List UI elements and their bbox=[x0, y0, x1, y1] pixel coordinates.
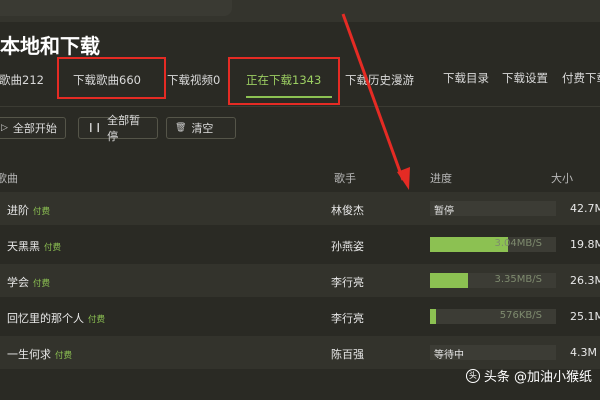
annotation-arrow bbox=[341, 13, 410, 190]
watermark: 头 头条 @加油小猴纸 bbox=[465, 366, 592, 385]
toutiao-logo-icon: 头 bbox=[465, 368, 480, 383]
